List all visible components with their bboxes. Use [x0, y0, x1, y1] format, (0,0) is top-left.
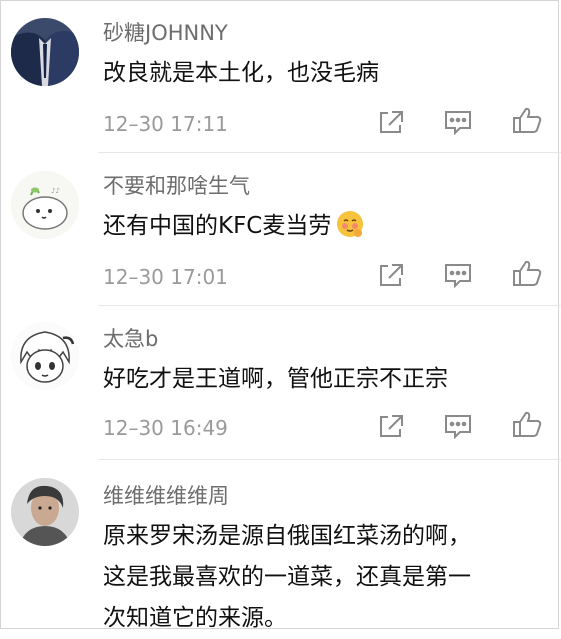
comment-item: 维维维维维周 原来罗宋汤是源自俄国红菜汤的啊， 这是我最喜欢的一道菜，还真是第一…: [0, 460, 561, 631]
user-avatar[interactable]: [11, 478, 79, 546]
timestamp: 12–30 17:11: [103, 112, 228, 136]
user-avatar[interactable]: [11, 322, 79, 390]
username[interactable]: 太急b: [103, 323, 158, 353]
comment-line: 次知道它的来源。: [103, 605, 287, 631]
comment-line: 这是我最喜欢的一道菜，还真是第一: [103, 564, 471, 590]
comment-icon[interactable]: [441, 107, 475, 137]
svg-text:♪♪: ♪♪: [51, 187, 60, 195]
timestamp: 12–30 17:01: [103, 265, 228, 289]
comment-text: 还有中国的KFC麦当劳: [103, 206, 543, 247]
share-icon[interactable]: [374, 107, 408, 137]
share-icon[interactable]: [374, 411, 408, 441]
comment-text: 好吃才是王道啊，管他正宗不正宗: [103, 359, 543, 400]
comment-icon[interactable]: [441, 260, 475, 290]
user-avatar[interactable]: ♪♪: [11, 171, 79, 239]
comment-line: 好吃才是王道啊，管他正宗不正宗: [103, 366, 448, 392]
comment-icon[interactable]: [441, 411, 475, 441]
comment-text: 原来罗宋汤是源自俄国红菜汤的啊， 这是我最喜欢的一道菜，还真是第一 次知道它的来…: [103, 516, 543, 639]
photo-avatar-icon: [11, 478, 79, 546]
user-avatar[interactable]: [11, 18, 79, 86]
like-icon[interactable]: [510, 258, 544, 288]
anime-avatar-icon: [11, 322, 79, 390]
cartoon-bun-avatar-icon: ♪♪: [11, 171, 79, 239]
comment-line: 改良就是本土化，也没毛病: [103, 60, 379, 86]
timestamp: 12–30 16:49: [103, 416, 228, 440]
username[interactable]: 不要和那啥生气: [103, 170, 250, 200]
comment-line: 原来罗宋汤是源自俄国红菜汤的啊，: [103, 523, 471, 549]
blushing-face-emoji-icon: [335, 209, 365, 239]
comment-text: 改良就是本土化，也没毛病: [103, 53, 543, 94]
like-icon[interactable]: [510, 105, 544, 135]
comment-item: 砂糖JOHNNY 改良就是本土化，也没毛病 12–30 17:11: [0, 0, 561, 152]
comment-line: 还有中国的KFC麦当劳: [103, 213, 332, 239]
comment-item: 太急b 好吃才是王道啊，管他正宗不正宗 12–30 16:49: [0, 306, 561, 459]
suit-avatar-icon: [11, 18, 79, 86]
username[interactable]: 砂糖JOHNNY: [103, 17, 228, 47]
username[interactable]: 维维维维维周: [103, 480, 229, 510]
share-icon[interactable]: [374, 260, 408, 290]
like-icon[interactable]: [510, 409, 544, 439]
comment-item: ♪♪ 不要和那啥生气 还有中国的KFC麦当劳 12–30 17:01: [0, 153, 561, 305]
